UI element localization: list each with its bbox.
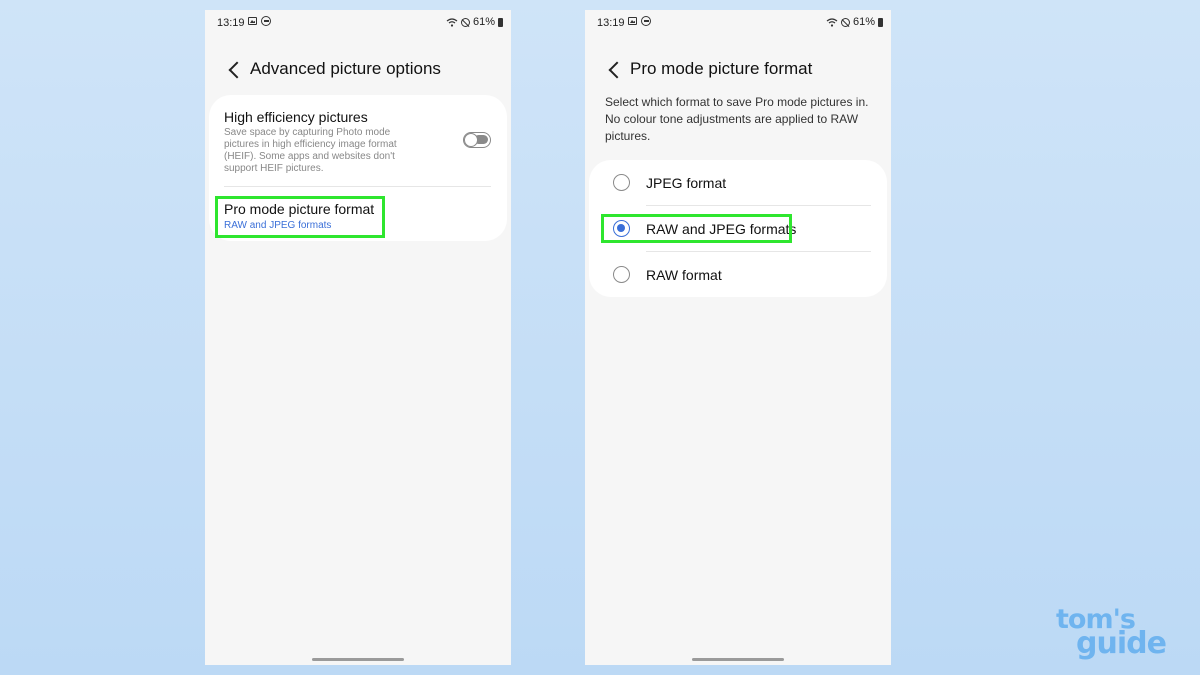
status-time: 13:19 [217,17,245,29]
dnd-icon [261,16,271,26]
home-indicator[interactable] [692,658,784,661]
toggle-knob [464,132,478,147]
gallery-icon [628,17,637,25]
option-label: JPEG format [646,175,727,191]
gallery-icon [248,17,257,25]
dnd-icon [641,16,651,26]
radio-button[interactable] [613,266,630,283]
wifi-icon [826,17,838,27]
app-bar: Pro mode picture format [585,56,891,84]
blocked-icon [460,17,470,27]
home-indicator[interactable] [312,658,404,661]
option-jpeg[interactable]: JPEG format [589,160,887,204]
toms-guide-logo: tom's guide [1052,604,1177,664]
setting-description: Save space by capturing Photo mode pictu… [224,127,397,174]
setting-title: High efficiency pictures [224,109,368,125]
phone-screen-left: 13:19 61% Advanced picture options High … [205,10,511,665]
battery-icon [498,17,503,27]
back-arrow-icon[interactable] [225,60,245,80]
battery-percent: 61% [472,16,495,28]
highlight-box [601,214,792,243]
back-arrow-icon[interactable] [605,60,625,80]
app-bar: Advanced picture options [205,56,511,84]
status-bar: 13:19 61% [585,10,891,36]
radio-button[interactable] [613,174,630,191]
phone-screen-right: 13:19 61% Pro mode picture format Select… [585,10,891,665]
wifi-icon [446,17,458,27]
option-label: RAW format [646,267,722,283]
highlight-box [215,196,385,238]
blocked-icon [840,17,850,27]
status-bar: 13:19 61% [205,10,511,36]
page-title: Advanced picture options [250,59,441,78]
status-time: 13:19 [597,17,625,29]
logo-line-2: guide [1076,626,1167,661]
battery-percent: 61% [852,16,875,28]
battery-icon [878,17,883,27]
page-title: Pro mode picture format [630,59,813,78]
setting-high-efficiency[interactable]: High efficiency pictures Save space by c… [209,95,507,187]
option-raw[interactable]: RAW format [589,252,887,296]
high-efficiency-toggle[interactable] [463,132,491,148]
intro-description: Select which format to save Pro mode pic… [605,95,869,143]
